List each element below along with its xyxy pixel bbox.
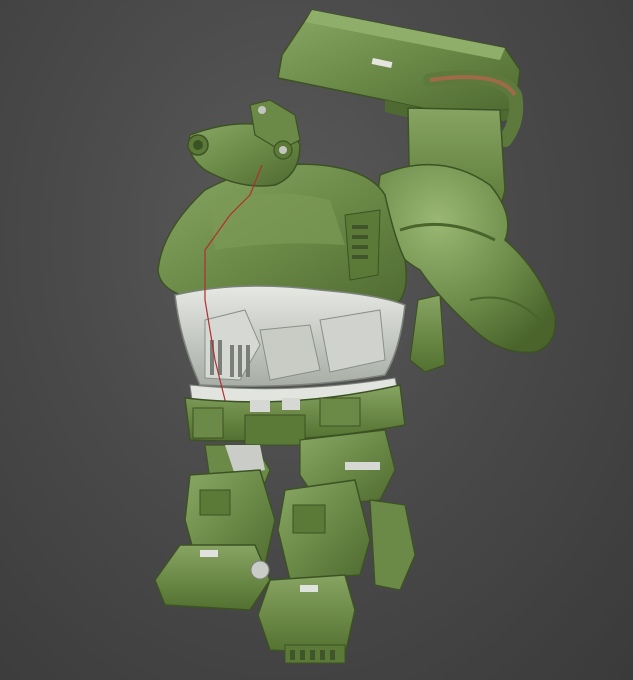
right-leg [257,479,416,664]
left-leg [154,469,276,611]
head [187,99,301,187]
chest-armor [174,285,406,405]
3d-viewport[interactable] [0,0,633,680]
robot-model-render [154,9,557,664]
